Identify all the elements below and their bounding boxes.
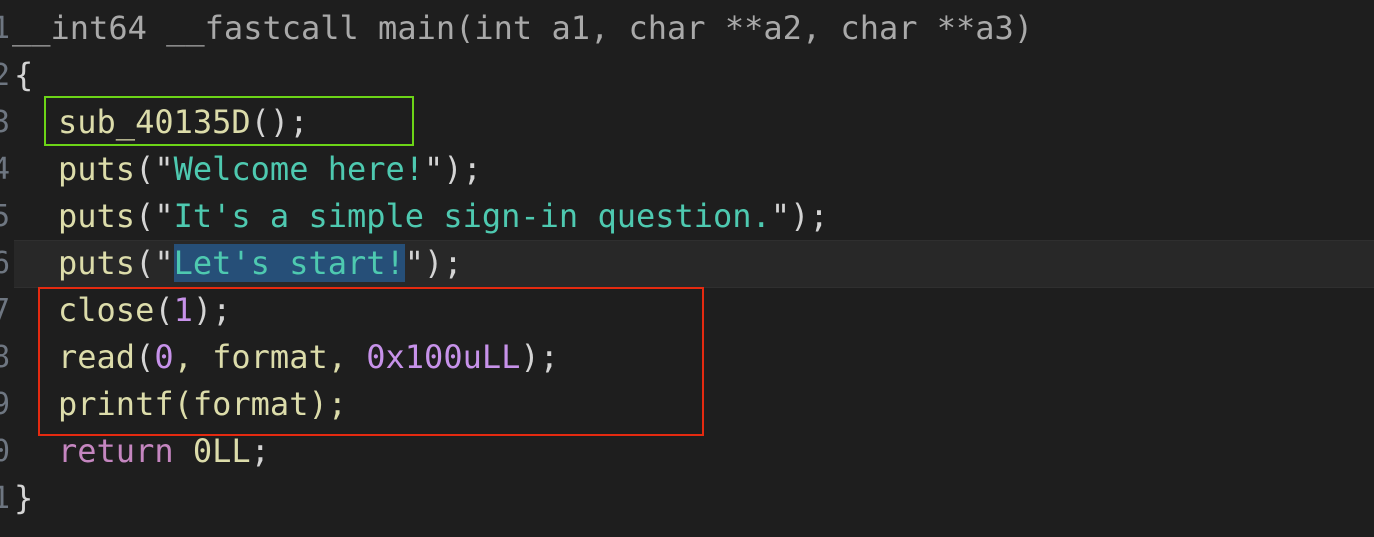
punctuation: (" (135, 244, 174, 282)
punctuation: "); (770, 197, 829, 235)
signature-prefix: __int64 __fastcall (12, 9, 379, 47)
line-number: 8 (0, 340, 11, 375)
line-number: 7 (0, 293, 11, 328)
selected-string-literal[interactable]: Let's start! (173, 244, 405, 282)
keyword-return: return (58, 432, 174, 470)
code-line-puts-start[interactable]: puts("Let's start!"); (58, 240, 463, 287)
code-line-close-brace[interactable]: } (14, 475, 33, 522)
line-number: 9 (0, 387, 11, 422)
line-number: 2 (0, 58, 11, 93)
signature-params: (int a1, char **a2, char **a3) (455, 9, 1034, 47)
line-number-gutter: 1 2 3 4 5 6 7 8 9 0 1 (0, 0, 12, 537)
punctuation: ; (250, 432, 270, 470)
line-number: 1 (0, 11, 11, 46)
punctuation: "); (424, 150, 482, 188)
code-line-puts-welcome[interactable]: puts("Welcome here!"); (58, 146, 482, 193)
punctuation: "); (404, 244, 463, 282)
code-line-signature[interactable]: __int64 __fastcall main(int a1, char **a… (12, 5, 1033, 52)
green-highlight-box (44, 96, 414, 146)
line-number: 4 (0, 152, 11, 187)
function-call-puts: puts (58, 197, 136, 235)
line-number: 1 (0, 481, 11, 516)
function-call-puts: puts (58, 244, 136, 282)
code-line-open-brace[interactable]: { (14, 52, 33, 99)
punctuation: (" (135, 197, 174, 235)
red-highlight-box (38, 287, 704, 436)
line-number: 3 (0, 105, 11, 140)
code-editor[interactable]: 1 2 3 4 5 6 7 8 9 0 1 __int64 __fastcall… (0, 0, 1374, 537)
line-number: 0 (0, 434, 11, 469)
line-number: 5 (0, 199, 11, 234)
function-name: main (378, 9, 456, 47)
line-number: 6 (0, 246, 11, 281)
string-literal: Welcome here! (173, 150, 425, 188)
punctuation: (" (135, 150, 174, 188)
return-value: 0LL (192, 432, 251, 470)
string-literal: It's a simple sign-in question. (173, 197, 771, 235)
code-line-puts-question[interactable]: puts("It's a simple sign-in question."); (58, 193, 829, 240)
function-call-puts: puts (58, 150, 136, 188)
